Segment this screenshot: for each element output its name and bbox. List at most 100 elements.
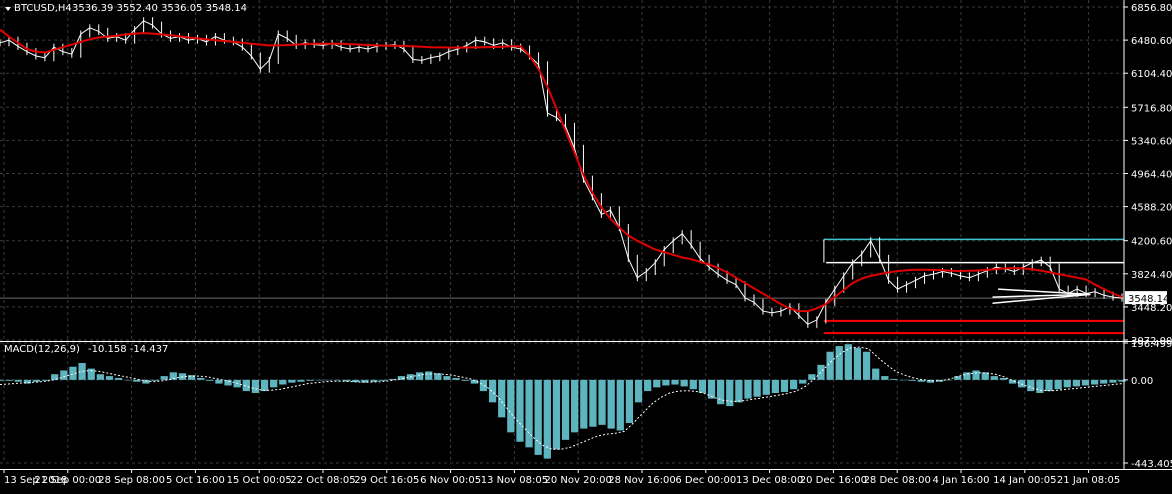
macd-bar xyxy=(1045,379,1053,392)
macd-bar xyxy=(589,379,597,427)
y-tick-label: 4964.40 xyxy=(1131,170,1172,181)
macd-bar xyxy=(1036,379,1044,393)
macd-bar xyxy=(625,379,634,423)
macd-bar xyxy=(698,379,707,393)
symbol-label: BTCUSD,H4 xyxy=(14,3,72,14)
macd-bar xyxy=(96,374,104,380)
moving-average-series xyxy=(0,28,1123,313)
macd-bar xyxy=(990,376,998,380)
macd-bar xyxy=(571,379,579,433)
macd-bar xyxy=(242,379,250,392)
macd-bar xyxy=(735,379,743,403)
macd-bar xyxy=(32,379,41,382)
x-tick-label: 15 Oct 00:05 xyxy=(227,475,292,486)
y-tick-label: 6104.40 xyxy=(1131,69,1172,80)
macd-bar xyxy=(671,379,679,385)
macd-bar xyxy=(835,346,843,380)
macd-bar xyxy=(1054,379,1062,390)
macd-bar xyxy=(853,347,862,380)
macd-bar xyxy=(1109,379,1117,383)
y-tick-label: 5716.80 xyxy=(1131,103,1172,114)
macd-bar xyxy=(1018,379,1026,388)
macd-bar xyxy=(789,379,798,390)
macd-bar xyxy=(954,376,962,380)
macd-bar xyxy=(1100,379,1108,384)
macd-bar xyxy=(197,377,205,380)
header: BTCUSD,H4 3536.39 3552.40 3536.05 3548.1… xyxy=(5,3,247,14)
macd-tick-label: -443.405 xyxy=(1131,459,1172,470)
macd-bar xyxy=(124,379,132,381)
macd-bar xyxy=(315,379,323,381)
macd-values: -10.158 -14.437 xyxy=(88,344,168,355)
macd-bar xyxy=(552,379,561,450)
macd-bar xyxy=(817,364,825,380)
x-tick-label: 29 Oct 16:05 xyxy=(354,475,419,486)
price-series xyxy=(0,17,1123,328)
ma-line xyxy=(0,28,1123,313)
macd-bar xyxy=(425,371,433,380)
x-tick-label: 5 Oct 16:00 xyxy=(166,475,225,486)
x-tick-label: 6 Nov 00:05 xyxy=(420,475,481,486)
macd-bar xyxy=(999,377,1008,380)
macd-bar xyxy=(60,370,68,380)
macd-bar xyxy=(1091,379,1099,385)
x-tick-label: 13 Dec 08:00 xyxy=(736,475,803,486)
macd-bar xyxy=(279,379,287,385)
macd-bar xyxy=(899,379,907,381)
macd-bar xyxy=(634,379,643,403)
x-tick-label: 21 Jan 08:05 xyxy=(1057,475,1120,486)
macd-bar xyxy=(270,379,278,388)
macd-bar xyxy=(945,379,953,381)
x-tick-label: 20 Nov 20:00 xyxy=(544,475,611,486)
macd-histogram xyxy=(0,344,1126,459)
macd-bar xyxy=(105,376,114,380)
x-tick-label: 4 Jan 16:00 xyxy=(933,475,990,486)
y-tick-label: 6856.80 xyxy=(1131,3,1172,14)
macd-bar xyxy=(917,379,925,382)
macd-bar xyxy=(443,376,451,380)
macd-bar xyxy=(972,370,980,380)
macd-bar xyxy=(680,379,688,387)
macd-bar xyxy=(616,379,624,431)
dropdown-triangle-icon[interactable] xyxy=(5,7,11,11)
macd-bar xyxy=(507,379,515,433)
macd-signal xyxy=(0,346,1123,450)
macd-bar xyxy=(0,379,4,381)
tick-labels: 6856.80 6480.60 6104.40 5716.80 5340.60 4964.… xyxy=(4,3,1172,486)
macd-bar xyxy=(452,377,460,380)
macd-bar xyxy=(607,379,615,429)
signal-line xyxy=(0,346,1123,450)
macd-bar xyxy=(333,379,342,381)
macd-bar xyxy=(288,379,296,383)
macd-bar xyxy=(160,376,168,380)
x-tick-label: 14 Jan 00:05 xyxy=(993,475,1056,486)
macd-bar xyxy=(5,379,13,381)
x-tick-label: 13 Nov 08:05 xyxy=(481,475,548,486)
macd-bar xyxy=(215,379,223,384)
macd-bar xyxy=(14,379,22,382)
macd-bar xyxy=(644,379,652,392)
macd-bar xyxy=(689,379,697,390)
y-tick-label: 5340.60 xyxy=(1131,136,1172,147)
macd-bar xyxy=(78,362,86,380)
macd-tick-label: 0.00 xyxy=(1131,376,1153,387)
macd-bar xyxy=(744,379,752,399)
macd-bar xyxy=(826,351,834,380)
macd-bar xyxy=(525,379,533,448)
macd-bar xyxy=(653,379,661,388)
chart-window: 6856.80 6480.60 6104.40 5716.80 5340.60 4964.… xyxy=(0,0,1172,489)
ohlc-values: 3536.39 3552.40 3536.05 3548.14 xyxy=(72,3,247,14)
macd-bar xyxy=(726,379,734,407)
y-tick-label: 4588.20 xyxy=(1131,203,1172,214)
macd-bar xyxy=(872,368,880,380)
macd-bar xyxy=(260,379,269,392)
macd-bar xyxy=(580,379,588,429)
macd-bar xyxy=(488,379,497,403)
macd-bar xyxy=(762,379,770,395)
macd-bar xyxy=(598,379,606,425)
x-tick-label: 20 Dec 16:00 xyxy=(800,475,867,486)
x-tick-label: 6 Dec 00:00 xyxy=(675,475,736,486)
macd-bar xyxy=(297,379,305,382)
macd-bar xyxy=(251,379,260,393)
macd-bar xyxy=(1072,379,1081,387)
